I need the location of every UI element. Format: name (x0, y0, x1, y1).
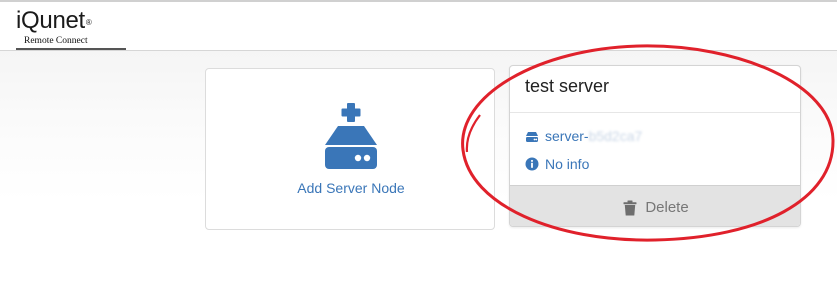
server-host-suffix: b5d2ca7 (588, 128, 643, 144)
server-host-link[interactable]: server-b5d2ca7 (525, 127, 642, 145)
logo-underline (16, 48, 126, 50)
page: iQunet® Remote Connect Add Server Node t… (0, 0, 837, 296)
server-add-icon (325, 103, 377, 169)
logo-text: iQunet (16, 7, 85, 34)
top-rule (0, 0, 837, 2)
app-header: iQunet® Remote Connect (0, 0, 837, 51)
server-host-prefix: server- (545, 128, 589, 144)
add-server-label: Add Server Node (297, 180, 405, 196)
logo-wordmark: iQunet® (16, 7, 92, 35)
logo[interactable]: iQunet® Remote Connect (16, 6, 126, 50)
logo-subtitle: Remote Connect (24, 36, 88, 46)
server-info-row: No info (525, 155, 589, 173)
server-info-text: No info (545, 156, 590, 172)
trash-icon (623, 200, 637, 215)
drive-icon (526, 132, 538, 142)
delete-label: Delete (645, 199, 689, 216)
card-divider (510, 112, 800, 113)
add-server-card[interactable]: Add Server Node (205, 68, 495, 230)
info-circle-icon (525, 157, 539, 171)
server-card[interactable]: test server server-b5d2ca7 No info Delet… (509, 65, 801, 227)
server-title: test server (525, 76, 610, 96)
delete-button[interactable]: Delete (510, 185, 800, 226)
registered-mark: ® (85, 18, 92, 27)
